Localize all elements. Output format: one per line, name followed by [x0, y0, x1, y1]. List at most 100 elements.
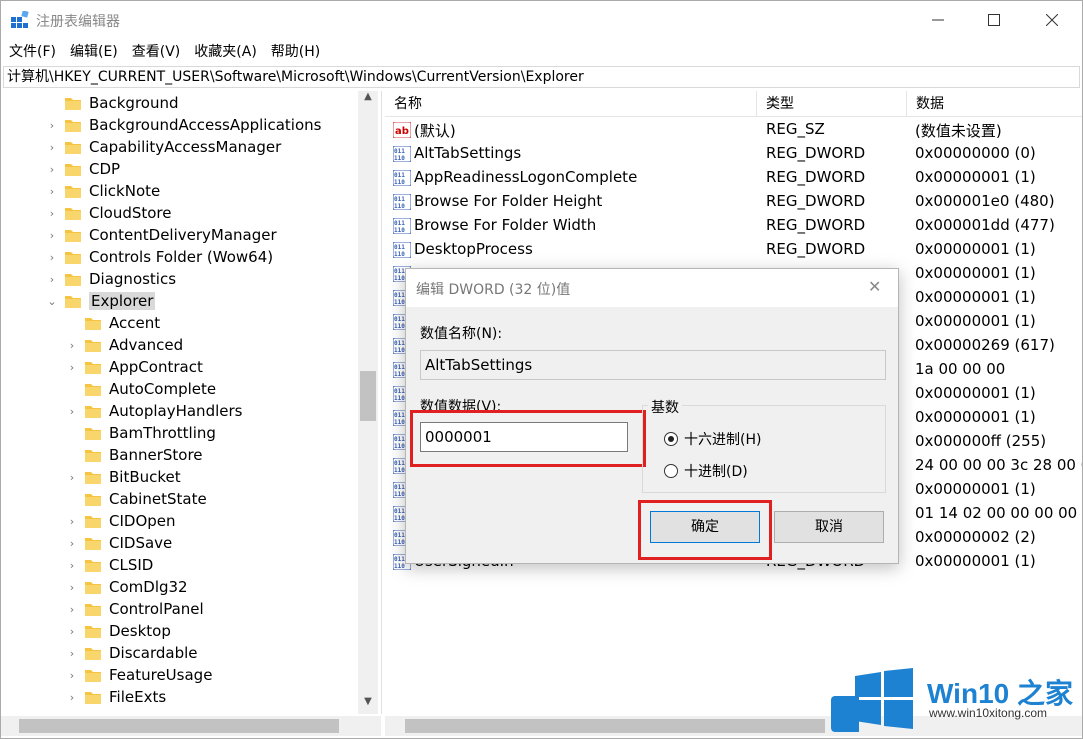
svg-text:011: 011	[394, 460, 405, 467]
chevron-right-icon[interactable]: ›	[65, 620, 79, 642]
tree-item[interactable]: › AppContract	[65, 356, 203, 378]
chevron-right-icon[interactable]: ›	[45, 114, 59, 136]
column-header-data[interactable]: 数据	[907, 91, 1082, 117]
chevron-right-icon[interactable]: ›	[45, 180, 59, 202]
value-data: 0x00000269 (617)	[915, 336, 1055, 354]
chevron-right-icon[interactable]: ›	[65, 664, 79, 686]
folder-icon	[85, 406, 101, 418]
tree-item[interactable]: › Diagnostics	[45, 268, 176, 290]
value-data: 0x00000001 (1)	[915, 552, 1036, 570]
chevron-right-icon[interactable]: ›	[45, 246, 59, 268]
menu-edit[interactable]: 编辑(E)	[70, 41, 118, 61]
reg-binary-icon: 011110	[393, 170, 411, 186]
tree-item[interactable]: › BitBucket	[65, 466, 181, 488]
value-data: 0x000000ff (255)	[915, 432, 1047, 450]
folder-icon	[85, 582, 101, 594]
tree-vertical-scrollbar[interactable]: ▲ ▼	[358, 91, 378, 714]
tree-item[interactable]: › CloudStore	[45, 202, 172, 224]
tree-item[interactable]: › ContentDeliveryManager	[45, 224, 277, 246]
tree-hscroll-thumb[interactable]	[19, 719, 339, 733]
tree-item[interactable]: › ClickNote	[45, 180, 160, 202]
value-row[interactable]: 011 110 Browse For Folder Width REG_DWORD 0x…	[385, 214, 1082, 238]
tree-item[interactable]: › CIDOpen	[65, 510, 176, 532]
chevron-right-icon[interactable]: ›	[65, 642, 79, 664]
svg-text:011: 011	[394, 172, 405, 179]
tree-item[interactable]: › FeatureUsage	[65, 664, 213, 686]
value-row[interactable]: ab (默认) REG_SZ (数值未设置)	[385, 118, 1082, 142]
chevron-right-icon[interactable]: ›	[65, 532, 79, 554]
svg-text:011: 011	[394, 388, 405, 395]
radio-hex-row[interactable]: 十六进制(H)	[664, 429, 761, 449]
tree-item[interactable]: › AutoplayHandlers	[65, 400, 243, 422]
chevron-right-icon[interactable]: ›	[65, 510, 79, 532]
value-row[interactable]: 011 110 DesktopProcess REG_DWORD 0x00000001 …	[385, 238, 1082, 262]
minimize-button[interactable]	[909, 1, 967, 39]
tree-item[interactable]: › CDP	[45, 158, 120, 180]
chevron-right-icon[interactable]: ›	[45, 202, 59, 224]
value-data: (数值未设置)	[915, 122, 1002, 140]
chevron-right-icon[interactable]: ›	[65, 576, 79, 598]
value-type: REG_DWORD	[766, 192, 866, 210]
tree-item[interactable]: › Advanced	[65, 334, 183, 356]
column-header-name[interactable]: 名称	[385, 91, 757, 117]
tree-item[interactable]: BamThrottling	[65, 422, 216, 444]
chevron-right-icon[interactable]: ›	[65, 686, 79, 708]
tree-item[interactable]: › Discardable	[65, 642, 198, 664]
menu-help[interactable]: 帮助(H)	[271, 41, 320, 61]
tree-item[interactable]: › FileExts	[65, 686, 166, 708]
chevron-right-icon[interactable]: ›	[45, 268, 59, 290]
radio-dec[interactable]	[664, 464, 678, 478]
chevron-right-icon[interactable]: ›	[65, 598, 79, 620]
chevron-right-icon[interactable]: ›	[65, 356, 79, 378]
svg-text:110: 110	[394, 347, 405, 354]
menu-view[interactable]: 查看(V)	[132, 41, 181, 61]
tree-item[interactable]: › Controls Folder (Wow64)	[45, 246, 273, 268]
tree-item[interactable]: ⌄ Explorer	[45, 290, 156, 312]
tree-item-label: BannerStore	[109, 446, 203, 464]
scroll-up-icon[interactable]: ▲	[358, 91, 378, 107]
tree-item[interactable]: AutoComplete	[65, 378, 216, 400]
menu-file[interactable]: 文件(F)	[9, 41, 56, 61]
tree-item[interactable]: › ComDlg32	[65, 576, 188, 598]
tree-item[interactable]: Background	[45, 92, 179, 114]
svg-text:110: 110	[394, 155, 405, 162]
chevron-right-icon[interactable]: ›	[65, 554, 79, 576]
scroll-down-icon[interactable]: ▼	[358, 696, 378, 712]
menu-favorites[interactable]: 收藏夹(A)	[194, 41, 257, 61]
tree-item[interactable]: CabinetState	[65, 488, 207, 510]
tree-item[interactable]: › BackgroundAccessApplications	[45, 114, 322, 136]
value-row[interactable]: 011 110 AppReadinessLogonComplete REG_DWORD…	[385, 166, 1082, 190]
chevron-right-icon[interactable]: ›	[65, 400, 79, 422]
chevron-right-icon[interactable]: ›	[45, 136, 59, 158]
chevron-right-icon[interactable]: ›	[45, 158, 59, 180]
column-header-type[interactable]: 类型	[757, 91, 907, 117]
tree-item[interactable]: › CapabilityAccessManager	[45, 136, 281, 158]
svg-text:011: 011	[394, 148, 405, 155]
tree-item[interactable]: › CLSID	[65, 554, 154, 576]
folder-icon	[85, 340, 101, 352]
chevron-down-icon[interactable]: ⌄	[45, 290, 59, 312]
chevron-right-icon[interactable]: ›	[45, 224, 59, 246]
tree-item[interactable]: › Desktop	[65, 620, 171, 642]
cancel-button[interactable]: 取消	[774, 511, 884, 543]
tree-horizontal-scrollbar[interactable]	[1, 716, 381, 736]
dialog-close-icon[interactable]: ✕	[868, 277, 881, 296]
value-row[interactable]: 011 110 AltTabSettings REG_DWORD 0x00000000 …	[385, 142, 1082, 166]
reg-binary-icon: 011110	[393, 242, 411, 258]
tree-scroll-thumb[interactable]	[360, 371, 376, 421]
tree-item[interactable]: Accent	[65, 312, 160, 334]
chevron-right-icon[interactable]: ›	[65, 466, 79, 488]
close-button[interactable]	[1023, 1, 1081, 39]
maximize-button[interactable]	[965, 1, 1023, 39]
chevron-right-icon[interactable]: ›	[65, 334, 79, 356]
values-hscroll-thumb[interactable]	[405, 719, 825, 733]
tree-item-label: Advanced	[109, 336, 184, 354]
tree-item[interactable]: BannerStore	[65, 444, 203, 466]
tree-item-label: Controls Folder (Wow64)	[89, 248, 274, 266]
radio-dec-row[interactable]: 十进制(D)	[664, 461, 748, 481]
address-bar[interactable]: 计算机\HKEY_CURRENT_USER\Software\Microsoft…	[3, 66, 1080, 88]
radio-hex[interactable]	[664, 432, 678, 446]
tree-item[interactable]: › CIDSave	[65, 532, 172, 554]
value-row[interactable]: 011 110 Browse For Folder Height REG_DWORD 0…	[385, 190, 1082, 214]
tree-item[interactable]: › ControlPanel	[65, 598, 204, 620]
